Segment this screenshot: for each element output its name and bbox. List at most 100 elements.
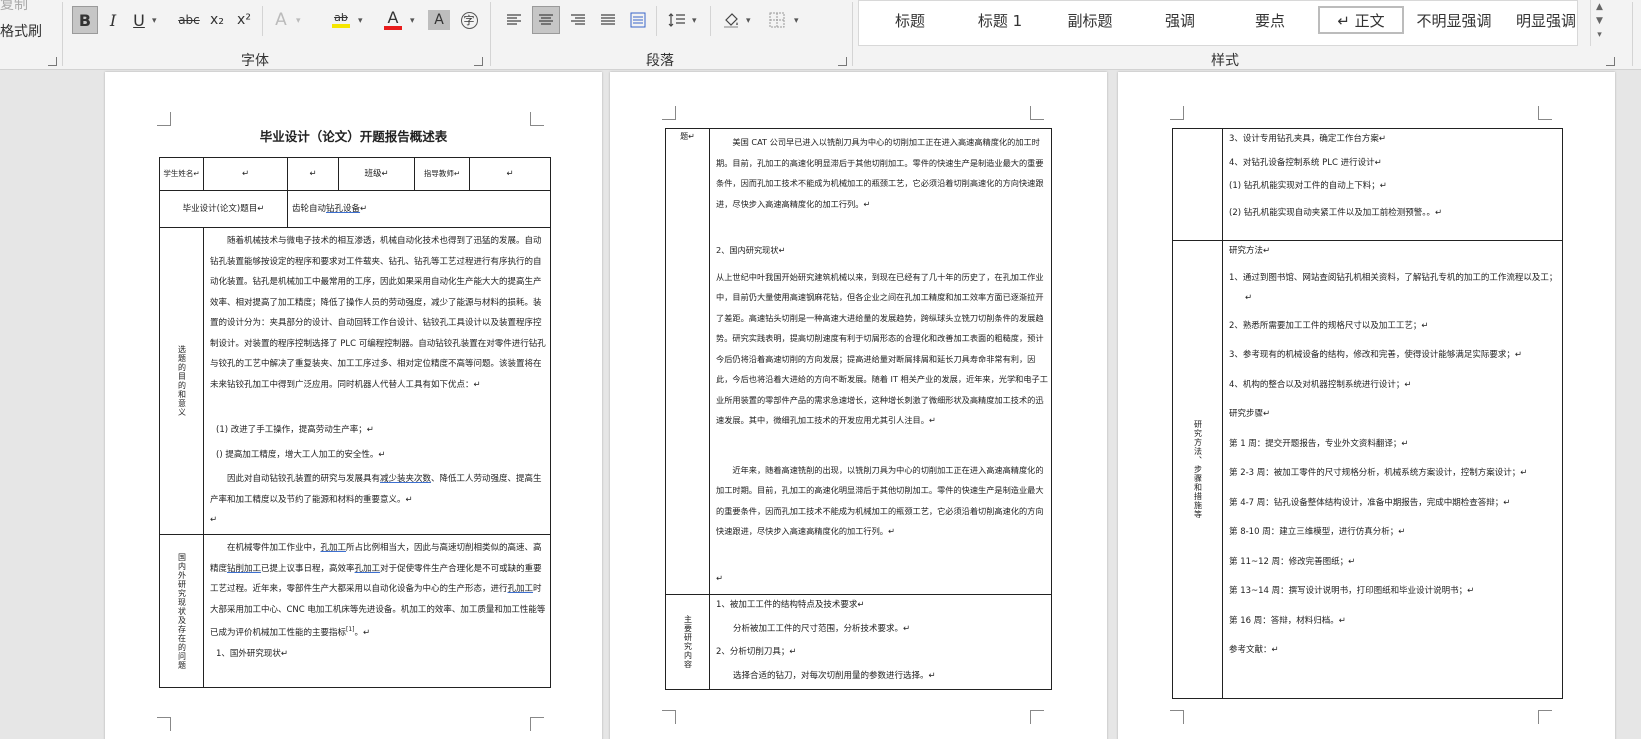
font-color-button[interactable]: A xyxy=(380,6,406,34)
character-shading-button[interactable]: A xyxy=(428,10,450,30)
bold-button[interactable]: B xyxy=(72,6,98,34)
style-emphasis[interactable]: 强调 xyxy=(1142,6,1218,34)
table-cell[interactable]: ↵ xyxy=(287,157,339,191)
research-status-label: 国内外研究现状及存在的问题 xyxy=(159,534,204,688)
student-name-value[interactable]: ↵ xyxy=(203,157,288,191)
paragraph-launcher-icon[interactable] xyxy=(838,57,847,66)
shading-button[interactable] xyxy=(718,6,744,34)
justify-button[interactable] xyxy=(596,6,620,34)
style-subtitle[interactable]: 副标题 xyxy=(1052,6,1128,34)
page-2[interactable]: 题↵ 美国 CAT 公司早已进入以铣削刀具为中心的切削加工正在进入高速高精度化的… xyxy=(610,72,1107,739)
class-label: 班级↵ xyxy=(338,157,415,191)
divider xyxy=(1632,2,1633,66)
line-spacing-button[interactable] xyxy=(664,6,690,34)
copy-button[interactable]: 复制 xyxy=(0,0,28,14)
method-content[interactable]: 研究方法↵ 1、通过到图书馆、网站查阅钻孔机相关资料，了解钻孔专机的加工的工作流… xyxy=(1222,240,1563,699)
main-content-continued[interactable]: 3、设计专用钻孔夹具，确定工作台方案↵ 4、对钻孔设备控制系统 PLC 进行设计… xyxy=(1222,128,1563,241)
align-left-button[interactable] xyxy=(502,6,526,34)
paragraph: 美国 CAT 公司早已进入以铣削刀具为中心的切削加工正在进入高速高精度化的加工时… xyxy=(716,137,1044,209)
italic-button[interactable]: I xyxy=(102,6,124,34)
paragraph: 第 2-3 周：被加工零件的尺寸规格分析，机械系统方案设计，控制方案设计；↵ xyxy=(1229,468,1528,478)
status-text: 。↵ xyxy=(354,627,371,638)
status-text-highlight: 孔加工 xyxy=(507,584,534,594)
style-normal[interactable]: ↵ 正文 xyxy=(1318,6,1404,34)
advisor-value[interactable]: ↵ xyxy=(469,157,551,191)
chevron-down-icon[interactable]: ▾ xyxy=(152,16,157,26)
paragraph: 近年来，随着高速铣削的出现，以铣削刀具为中心的切削加工正在进入高速高精度化的加工… xyxy=(716,464,1044,537)
highlight-color-bar xyxy=(332,24,350,28)
paragraph: 1、通过到图书馆、网站查阅钻孔机相关资料，了解钻孔专机的加工的工作流程以及工；↵ xyxy=(1229,272,1558,304)
text-effect-button[interactable]: A xyxy=(270,6,292,34)
status-text: 已提上议事日程，高效率 xyxy=(261,563,355,574)
styles-scroll[interactable]: ▲ ▼ ▾ xyxy=(1590,0,1608,46)
status-text-highlight: 钻削加工 xyxy=(227,563,262,574)
topic-label: 毕业设计(论文)题目↵ xyxy=(159,190,288,228)
paragraph: 研究方法↵ xyxy=(1229,246,1271,256)
crop-mark xyxy=(1030,710,1044,724)
chevron-down-icon[interactable]: ▾ xyxy=(296,16,301,26)
style-subtle-emphasis[interactable]: 不明显强调 xyxy=(1408,6,1500,34)
citation[interactable]: [1] xyxy=(346,626,355,633)
paragraph: 4、机构的整合以及对机器控制系统进行设计；↵ xyxy=(1229,379,1412,390)
status-text-highlight: 孔加工 xyxy=(354,563,381,574)
subscript-button[interactable]: x₂ xyxy=(206,6,228,34)
styles-launcher-icon[interactable] xyxy=(1606,57,1615,66)
main-content[interactable]: 1、被加工工件的结构特点及技术要求↵ 分析被加工工件的尺寸范围，分析技术要求。↵… xyxy=(709,594,1052,690)
paragraph: 选择合适的钻刀，对每次切削用量的参数进行选择。↵ xyxy=(733,670,936,681)
distributed-button[interactable] xyxy=(626,6,650,34)
strikethrough-button[interactable]: abc xyxy=(176,6,202,34)
underline-button[interactable]: U xyxy=(128,6,150,34)
align-center-icon xyxy=(539,14,553,25)
enclose-character-button[interactable]: 字 xyxy=(458,6,480,34)
document-workspace[interactable]: 毕业设计（论文）开题报告概述表 学生姓名↵ ↵ ↵ 班级↵ 指导教师↵ ↵ 毕业… xyxy=(0,70,1641,739)
style-heading-1[interactable]: 标题 1 xyxy=(962,6,1038,34)
superscript-button[interactable]: x² xyxy=(232,6,256,34)
page-3[interactable]: 3、设计专用钻孔夹具，确定工作台方案↵ 4、对钻孔设备控制系统 PLC 进行设计… xyxy=(1118,72,1615,739)
align-center-button[interactable] xyxy=(532,6,560,34)
student-name-label: 学生姓名↵ xyxy=(159,157,204,191)
align-right-icon xyxy=(571,14,585,25)
paragraph: 4、对钻孔设备控制系统 PLC 进行设计↵ xyxy=(1229,157,1382,168)
paragraph-group-label: 段落 xyxy=(646,53,674,69)
paragraph: 3、参考现有的机械设备的结构，修改和完善，使得设计能够满足实际要求；↵ xyxy=(1229,350,1523,360)
chevron-down-icon[interactable]: ▾ xyxy=(692,16,697,26)
paragraph: 因此对自动钻铰孔装置的研究与发展具有减少装夹次数、降低工人劳动强度、提高生产率和… xyxy=(210,469,547,510)
scroll-up-icon[interactable]: ▲ xyxy=(1591,0,1608,14)
crop-mark xyxy=(1538,106,1552,120)
purpose-text: 随着机械技术与微电子技术的相互渗透，机械自动化技术也得到了迅猛的发展。自动钻孔装… xyxy=(210,236,546,369)
topic-value[interactable]: 齿轮自动钻孔设备↵ xyxy=(287,190,551,228)
topic-text: ↵ xyxy=(360,204,368,214)
crop-mark xyxy=(530,112,544,126)
highlight-button[interactable]: ab xyxy=(328,6,354,34)
paragraph: 研究步骤↵ xyxy=(1229,409,1271,419)
page-1[interactable]: 毕业设计（论文）开题报告概述表 学生姓名↵ ↵ ↵ 班级↵ 指导教师↵ ↵ 毕业… xyxy=(105,72,602,739)
borders-button[interactable] xyxy=(764,6,790,34)
purpose-label: 选题的目的和意义 xyxy=(159,227,204,535)
style-heading[interactable]: 标题 xyxy=(872,6,948,34)
format-painter-button[interactable]: 格式刷 xyxy=(0,21,42,41)
chevron-down-icon[interactable]: ▾ xyxy=(794,16,799,26)
research-status-content[interactable]: 在机械零件加工作业中，孔加工所占比例相当大，因此与高速切削相类似的高速、高精度钻… xyxy=(203,534,551,688)
paragraph: () 提高加工精度，增大工人加工的安全性。↵ xyxy=(216,449,386,460)
main-content-label: 主要研究内容 xyxy=(665,594,710,690)
paragraph: 随着机械技术与微电子技术的相互渗透，机械自动化技术也得到了迅猛的发展。自动钻孔装… xyxy=(210,231,547,398)
font-launcher-icon[interactable] xyxy=(474,57,483,66)
divider xyxy=(656,6,657,36)
align-right-button[interactable] xyxy=(566,6,590,34)
paragraph: (2) 钻孔机能实现自动夹紧工件以及加工前检测预警。。↵ xyxy=(1229,207,1443,218)
paragraph: 从上世纪中叶我国开始研究建筑机械以来，到现在已经有了几十年的历史了，在孔加工作业… xyxy=(716,271,1048,426)
distributed-icon xyxy=(630,12,646,28)
styles-group-label: 样式 xyxy=(1211,53,1239,69)
research-status-content-continued[interactable]: 美国 CAT 公司早已进入以铣削刀具为中心的切削加工正在进入高速高精度化的加工时… xyxy=(709,128,1052,595)
chevron-down-icon[interactable]: ▾ xyxy=(746,16,751,26)
purpose-content[interactable]: 随着机械技术与微电子技术的相互渗透，机械自动化技术也得到了迅猛的发展。自动钻孔装… xyxy=(203,227,551,535)
crop-mark xyxy=(530,717,544,731)
scroll-down-icon[interactable]: ▼ xyxy=(1591,14,1608,28)
paragraph: 第 11~12 周：修改完善图纸；↵ xyxy=(1229,556,1356,567)
chevron-down-icon[interactable]: ▾ xyxy=(358,16,363,26)
style-key-point[interactable]: 要点 xyxy=(1232,6,1308,34)
more-styles-icon[interactable]: ▾ xyxy=(1591,28,1608,42)
chevron-down-icon[interactable]: ▾ xyxy=(410,16,415,26)
clipboard-launcher-icon[interactable] xyxy=(48,57,57,66)
style-intense-emphasis[interactable]: 明显强调 xyxy=(1504,6,1588,34)
